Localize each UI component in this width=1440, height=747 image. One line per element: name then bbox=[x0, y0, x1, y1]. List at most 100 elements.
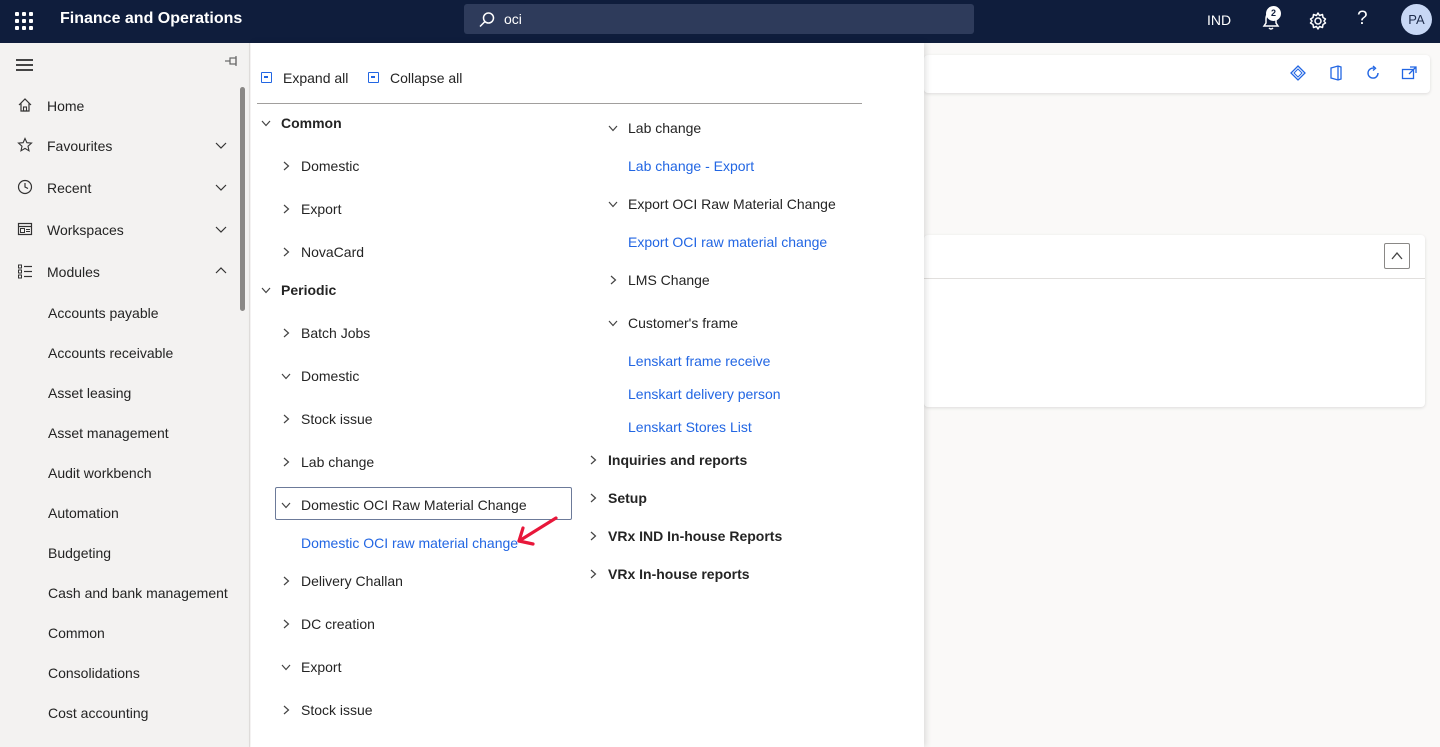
menu-label: Periodic bbox=[281, 282, 337, 298]
nav-workspaces-label: Workspaces bbox=[47, 222, 124, 238]
app-launcher-icon[interactable] bbox=[12, 9, 36, 33]
card-divider bbox=[924, 278, 1425, 279]
menu-label: Lab change bbox=[301, 454, 375, 470]
collapse-section-button[interactable] bbox=[1384, 243, 1410, 269]
menu-label: DC creation bbox=[301, 616, 375, 632]
menu-label: Lenskart delivery person bbox=[628, 386, 781, 402]
company-picker[interactable]: IND bbox=[1207, 12, 1231, 28]
module-item[interactable]: Cash and bank management bbox=[48, 585, 228, 601]
office-icon[interactable] bbox=[1328, 65, 1344, 81]
pin-icon[interactable] bbox=[224, 55, 240, 70]
chevron-right-icon[interactable] bbox=[281, 247, 291, 257]
menu-label: Domestic OCI Raw Material Change bbox=[301, 497, 527, 513]
navigation-pane: Home Favourites Recent Workspaces Module… bbox=[0, 43, 250, 747]
module-item[interactable]: Audit workbench bbox=[48, 465, 152, 481]
chevron-right-icon[interactable] bbox=[281, 457, 291, 467]
search-box[interactable] bbox=[464, 4, 974, 34]
chevron-right-icon[interactable] bbox=[588, 569, 598, 579]
menu-label: Export OCI Raw Material Change bbox=[628, 196, 836, 212]
chevron-right-icon[interactable] bbox=[608, 275, 618, 285]
module-item[interactable]: Budgeting bbox=[48, 545, 111, 561]
module-item[interactable]: Common bbox=[48, 625, 105, 641]
chevron-down-icon[interactable] bbox=[608, 318, 618, 328]
chevron-right-icon[interactable] bbox=[281, 414, 291, 424]
modules-flyout: Expand all Collapse all Common Domestic Ex… bbox=[251, 43, 924, 747]
chevron-up-icon[interactable] bbox=[214, 264, 228, 278]
chevron-right-icon[interactable] bbox=[281, 204, 291, 214]
refresh-icon[interactable] bbox=[1364, 64, 1382, 82]
clock-icon bbox=[17, 179, 33, 195]
search-input[interactable] bbox=[504, 9, 954, 29]
menu-label: Domestic bbox=[301, 368, 360, 384]
avatar[interactable]: PA bbox=[1401, 4, 1432, 35]
menu-label: Export bbox=[301, 659, 342, 675]
star-icon bbox=[17, 137, 33, 152]
nav-workspaces[interactable]: Workspaces bbox=[0, 212, 240, 248]
chevron-right-icon[interactable] bbox=[588, 455, 598, 465]
list-icon bbox=[18, 264, 32, 279]
open-new-window-icon[interactable] bbox=[1401, 65, 1418, 81]
chevron-down-icon[interactable] bbox=[608, 199, 618, 209]
module-item[interactable]: Accounts payable bbox=[48, 305, 159, 321]
sidebar-scrollbar[interactable] bbox=[240, 87, 245, 311]
module-item[interactable]: Asset management bbox=[48, 425, 169, 441]
menu-label: Lab change - Export bbox=[628, 158, 755, 174]
menu-label: Export bbox=[301, 201, 342, 217]
chevron-up-icon bbox=[1391, 251, 1403, 260]
chevron-down-icon[interactable] bbox=[214, 222, 228, 236]
nav-modules-label: Modules bbox=[47, 264, 100, 280]
menu-label: Stock issue bbox=[301, 411, 373, 427]
search-icon bbox=[479, 12, 495, 28]
nav-modules[interactable]: Modules bbox=[0, 254, 240, 290]
chevron-right-icon[interactable] bbox=[281, 576, 291, 586]
nav-recent[interactable]: Recent bbox=[0, 170, 240, 206]
chevron-down-icon[interactable] bbox=[281, 500, 291, 510]
chevron-right-icon[interactable] bbox=[281, 161, 291, 171]
chevron-right-icon[interactable] bbox=[588, 531, 598, 541]
action-pane bbox=[924, 55, 1430, 93]
notification-badge: 2 bbox=[1266, 6, 1281, 21]
module-item[interactable]: Automation bbox=[48, 505, 119, 521]
chevron-right-icon[interactable] bbox=[588, 493, 598, 503]
module-item[interactable]: Accounts receivable bbox=[48, 345, 173, 361]
chevron-down-icon[interactable] bbox=[214, 180, 228, 194]
menu-label: Domestic bbox=[301, 158, 360, 174]
menu-label: Export OCI raw material change bbox=[628, 234, 828, 250]
menu-label: Stock issue bbox=[301, 702, 373, 718]
menu-label: LMS Change bbox=[628, 272, 710, 288]
app-title[interactable]: Finance and Operations bbox=[60, 10, 242, 28]
module-item[interactable]: Asset leasing bbox=[48, 385, 131, 401]
diamond-icon[interactable] bbox=[1290, 65, 1306, 81]
annotation-arrow-icon bbox=[517, 516, 558, 546]
menu-label: Customer's frame bbox=[628, 315, 739, 331]
chevron-down-icon[interactable] bbox=[214, 138, 228, 152]
nav-favourites[interactable]: Favourites bbox=[0, 128, 240, 164]
help-icon[interactable]: ? bbox=[1357, 8, 1368, 30]
chevron-right-icon[interactable] bbox=[281, 328, 291, 338]
menu-label: VRx In-house reports bbox=[608, 566, 750, 582]
nav-home[interactable]: Home bbox=[0, 88, 240, 124]
gear-icon[interactable] bbox=[1306, 9, 1330, 33]
module-item[interactable]: Consolidations bbox=[48, 665, 140, 681]
menu-label: Domestic OCI raw material change bbox=[301, 535, 519, 551]
nav-favourites-label: Favourites bbox=[47, 138, 113, 154]
collapse-all-icon bbox=[368, 72, 379, 83]
menu-label: Lab change bbox=[628, 120, 702, 136]
chevron-down-icon[interactable] bbox=[261, 118, 271, 128]
module-item[interactable]: Cost accounting bbox=[48, 705, 148, 721]
chevron-right-icon[interactable] bbox=[281, 705, 291, 715]
menu-label: Lenskart frame receive bbox=[628, 353, 771, 369]
chevron-down-icon[interactable] bbox=[281, 371, 291, 381]
chevron-right-icon[interactable] bbox=[281, 619, 291, 629]
expand-all-icon bbox=[261, 72, 272, 83]
chevron-down-icon[interactable] bbox=[281, 662, 291, 672]
menu-label: Common bbox=[281, 115, 342, 131]
nav-recent-label: Recent bbox=[47, 180, 92, 196]
workspace-icon bbox=[17, 222, 33, 236]
chevron-down-icon[interactable] bbox=[261, 285, 271, 295]
toolbar-divider bbox=[257, 103, 862, 104]
menu-label: Inquiries and reports bbox=[608, 452, 748, 468]
hamburger-icon[interactable] bbox=[16, 59, 33, 71]
chevron-down-icon[interactable] bbox=[608, 123, 618, 133]
top-bar: Finance and Operations IND 2 ? PA bbox=[0, 0, 1440, 43]
